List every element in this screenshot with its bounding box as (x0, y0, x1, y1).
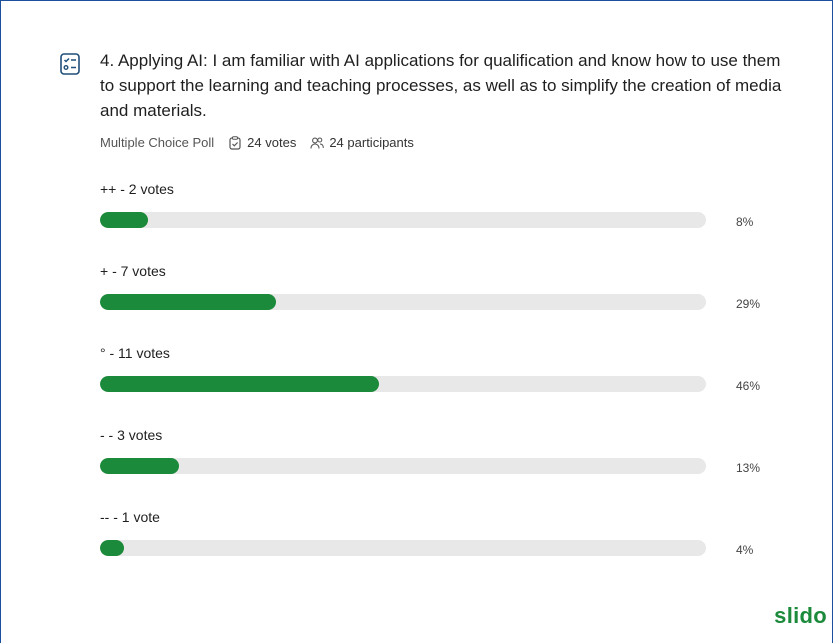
option-bar-fill (100, 458, 179, 474)
slido-logo: slido (774, 603, 827, 628)
clipboard-check-icon (229, 135, 241, 150)
poll-option: ++ - 2 votes 8% (100, 181, 760, 263)
option-bar-fill (100, 376, 379, 392)
poll-title: 4. Applying AI: I am familiar with AI ap… (100, 51, 782, 120)
poll-meta: Multiple Choice Poll 24 votes 24 partici… (100, 135, 414, 150)
vote-count: 24 votes (247, 135, 297, 150)
option-percent: 8% (736, 215, 754, 229)
option-bar-track (100, 540, 706, 556)
option-label: - - 3 votes (100, 427, 163, 443)
option-percent: 13% (736, 461, 761, 475)
option-percent: 29% (736, 297, 761, 311)
option-bar-fill (100, 540, 125, 556)
option-bar-track (100, 376, 706, 392)
poll-options: ++ - 2 votes 8% + - 7 votes 29% ° - 11 v… (100, 181, 760, 591)
option-label: + - 7 votes (100, 263, 166, 279)
users-icon (310, 137, 325, 149)
option-label: ° - 11 votes (100, 345, 170, 361)
option-bar-track (100, 212, 706, 228)
option-label: ++ - 2 votes (100, 181, 174, 197)
option-percent: 46% (736, 379, 761, 393)
participant-count: 24 participants (329, 135, 414, 150)
option-bar-track (100, 294, 706, 310)
option-percent: 4% (736, 543, 754, 557)
option-bar-fill (100, 294, 276, 310)
poll-option: ° - 11 votes 46% (100, 345, 760, 427)
poll-option: - - 3 votes 13% (100, 427, 760, 509)
checklist-icon (60, 53, 80, 75)
option-bar-fill (100, 212, 149, 228)
option-bar-track (100, 458, 706, 474)
option-label: -- - 1 vote (100, 509, 160, 525)
poll-option: -- - 1 vote 4% (100, 509, 760, 591)
poll-option: + - 7 votes 29% (100, 263, 760, 345)
poll-type: Multiple Choice Poll (100, 135, 215, 150)
